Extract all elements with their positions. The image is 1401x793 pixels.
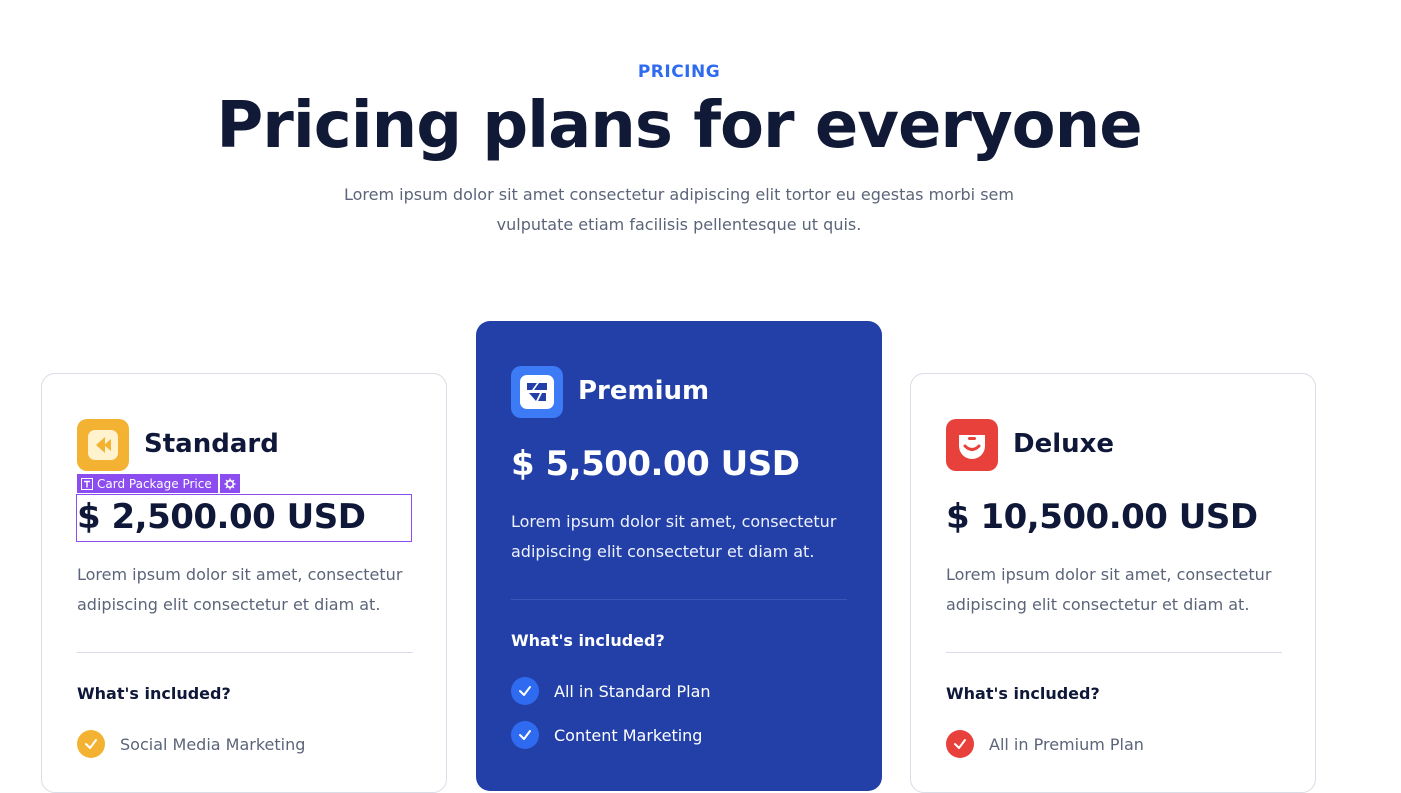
included-heading: What's included? — [511, 631, 665, 650]
description-line-1: Lorem ipsum dolor sit amet consectetur a… — [344, 185, 1014, 204]
check-icon — [77, 730, 105, 758]
feature-label: Social Media Marketing — [120, 734, 306, 754]
feature-label: Content Marketing — [554, 725, 703, 745]
plan-description: Lorem ipsum dolor sit amet, consectetur … — [511, 507, 856, 567]
feature-label: All in Premium Plan — [989, 734, 1144, 754]
editor-tag-label[interactable]: Card Package Price — [77, 474, 218, 493]
description-line-2: vulputate etiam facilisis pellentesque u… — [496, 215, 862, 234]
plan-name: Premium — [578, 376, 710, 406]
description-line-2: adipiscing elit consectetur et diam at. — [77, 595, 381, 614]
plan-name: Standard — [144, 429, 279, 459]
description-line-2: adipiscing elit consectetur et diam at. — [511, 542, 815, 561]
plan-description: Lorem ipsum dolor sit amet, consectetur … — [77, 560, 422, 620]
plan-description: Lorem ipsum dolor sit amet, consectetur … — [946, 560, 1291, 620]
description-line-1: Lorem ipsum dolor sit amet, consectetur — [511, 512, 837, 531]
card-divider — [511, 599, 847, 600]
included-heading: What's included? — [77, 684, 231, 703]
check-icon — [511, 721, 539, 749]
pricing-card-standard[interactable]: Standard $ 2,500.00 USD Lorem ipsum dolo… — [41, 373, 447, 793]
plan-price[interactable]: $ 5,500.00 USD — [511, 444, 800, 484]
card-divider — [77, 652, 413, 653]
card-divider — [946, 652, 1282, 653]
description-line-2: adipiscing elit consectetur et diam at. — [946, 595, 1250, 614]
editor-element-tag[interactable]: Card Package Price — [77, 474, 240, 493]
editor-tag-text: Card Package Price — [97, 476, 212, 491]
check-icon — [511, 677, 539, 705]
pricing-eyebrow: PRICING — [637, 62, 721, 82]
feature-item: All in Premium Plan — [946, 730, 1144, 758]
plan-name: Deluxe — [1013, 429, 1115, 459]
check-icon — [946, 730, 974, 758]
pricing-card-deluxe[interactable]: Deluxe $ 10,500.00 USD Lorem ipsum dolor… — [910, 373, 1316, 793]
description-line-1: Lorem ipsum dolor sit amet, consectetur — [77, 565, 403, 584]
description-line-1: Lorem ipsum dolor sit amet, consectetur — [946, 565, 1272, 584]
feature-item: Content Marketing — [511, 721, 702, 749]
gear-icon[interactable] — [219, 474, 240, 493]
feature-item: All in Standard Plan — [511, 677, 711, 705]
feature-item: Social Media Marketing — [77, 730, 305, 758]
plan-price[interactable]: $ 10,500.00 USD — [946, 497, 1258, 537]
premium-logo-icon — [511, 366, 563, 418]
feature-label: All in Standard Plan — [554, 681, 711, 701]
editor-selection-outline — [76, 494, 412, 542]
pricing-card-premium[interactable]: Premium $ 5,500.00 USD Lorem ipsum dolor… — [476, 321, 882, 791]
pricing-description: Lorem ipsum dolor sit amet consectetur a… — [329, 180, 1029, 240]
page-title: Pricing plans for everyone — [216, 89, 1142, 163]
text-element-icon — [81, 477, 93, 490]
standard-logo-icon — [77, 419, 129, 471]
deluxe-logo-icon — [946, 419, 998, 471]
included-heading: What's included? — [946, 684, 1100, 703]
